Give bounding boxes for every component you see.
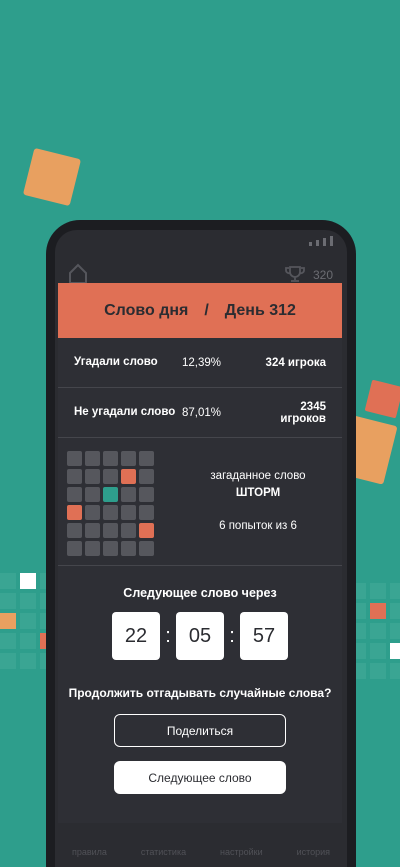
timer-seconds: 57 <box>240 612 288 660</box>
signal-icon <box>309 236 333 246</box>
attempt-cell <box>121 469 136 484</box>
result-modal: Слово дня / День 312 Угадали слово 12,39… <box>58 283 342 823</box>
attempt-cell <box>103 487 118 502</box>
attempt-cell <box>85 505 100 520</box>
nav-history[interactable]: история <box>297 847 330 857</box>
attempt-cell <box>139 469 154 484</box>
nav-statistics[interactable]: статистика <box>141 847 186 857</box>
attempt-cell <box>103 469 118 484</box>
timer-label: Следующее слово через <box>123 586 277 600</box>
attempt-cell <box>139 487 154 502</box>
attempt-cell <box>85 541 100 556</box>
decor-tile <box>22 147 82 207</box>
attempt-cell <box>103 523 118 538</box>
attempt-cell <box>67 541 82 556</box>
attempt-cell <box>85 487 100 502</box>
secret-word: ШТОРМ <box>235 487 281 499</box>
timer-minutes: 05 <box>176 612 224 660</box>
timer-section: Следующее слово через 22 : 05 : 57 Продо… <box>58 566 342 794</box>
attempt-cell <box>85 523 100 538</box>
attempt-cell <box>67 505 82 520</box>
stats-players: 324 игрока <box>265 356 326 369</box>
attempt-cell <box>121 505 136 520</box>
next-word-button[interactable]: Следующее слово <box>114 761 286 794</box>
stats-players: 2345 игроков <box>280 400 326 425</box>
attempt-cell <box>85 469 100 484</box>
modal-header: Слово дня / День 312 <box>58 283 342 338</box>
attempt-cell <box>121 487 136 502</box>
attempt-cell <box>121 523 136 538</box>
attempt-cell <box>103 451 118 466</box>
countdown-timer: 22 : 05 : 57 <box>58 612 342 660</box>
stats-label: Угадали слово <box>74 356 158 368</box>
attempt-cell <box>121 541 136 556</box>
attempt-cell <box>139 505 154 520</box>
attempt-cell <box>103 541 118 556</box>
result-text: загаданное слово ШТОРМ 6 попыток из 6 <box>178 468 338 535</box>
stats-label: Не угадали слово <box>74 406 176 418</box>
share-button[interactable]: Поделиться <box>114 714 286 747</box>
status-bar <box>55 230 347 252</box>
word-caption: загаданное слово <box>210 470 306 482</box>
day-label: День 312 <box>224 301 296 319</box>
timer-colon: : <box>229 624 235 647</box>
attempt-cell <box>121 451 136 466</box>
timer-hours: 22 <box>112 612 160 660</box>
decor-grid-right <box>350 583 400 693</box>
nav-settings[interactable]: настройки <box>220 847 263 857</box>
attempt-cell <box>139 541 154 556</box>
attempt-grid <box>67 451 154 556</box>
decor-tile <box>364 379 400 419</box>
stats-row-not-guessed: Не угадали слово 87,01% 2345 игроков <box>58 388 342 438</box>
streak-count: 320 <box>312 268 333 282</box>
attempt-cell <box>139 451 154 466</box>
stats-percent: 12,39% <box>182 356 222 369</box>
nav-rules[interactable]: правила <box>72 847 107 857</box>
attempt-cell <box>67 523 82 538</box>
attempt-cell <box>67 451 82 466</box>
modal-title: Слово дня <box>104 301 189 319</box>
result-section: загаданное слово ШТОРМ 6 попыток из 6 <box>58 438 342 566</box>
stats-row-guessed: Угадали слово 12,39% 324 игрока <box>58 338 342 388</box>
stats-percent: 87,01% <box>182 406 222 419</box>
attempt-cell <box>139 523 154 538</box>
decor-grid-left <box>0 573 56 693</box>
attempt-cell <box>67 469 82 484</box>
attempt-cell <box>103 505 118 520</box>
header-separator: / <box>204 301 209 319</box>
attempt-cell <box>67 487 82 502</box>
trophy-icon[interactable] <box>285 264 305 284</box>
timer-colon: : <box>165 624 171 647</box>
continue-prompt: Продолжить отгадывать случайные слова? <box>68 686 332 700</box>
tries-count: 6 попыток из 6 <box>219 520 297 532</box>
attempt-cell <box>85 451 100 466</box>
